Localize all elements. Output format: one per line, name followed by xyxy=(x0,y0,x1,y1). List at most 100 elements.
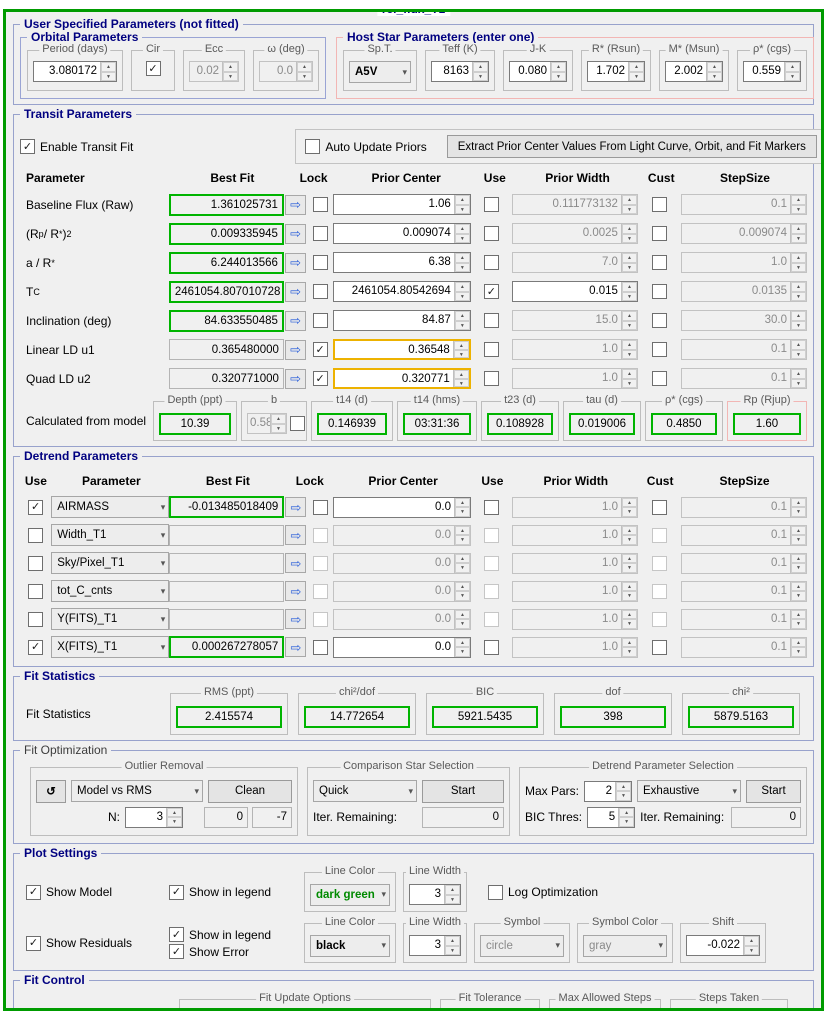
outlier-method-select[interactable]: Model vs RMS▾ xyxy=(71,780,203,802)
use-prior-checkbox[interactable] xyxy=(484,342,499,357)
spin-down-icon[interactable]: ▼ xyxy=(454,350,469,359)
spin-up-icon[interactable]: ▲ xyxy=(707,62,722,72)
spinner-buttons[interactable]: ▲▼ xyxy=(472,62,488,81)
show-error-checkbox-box[interactable]: ✓ xyxy=(169,944,184,959)
lock-checkbox[interactable] xyxy=(313,255,328,270)
detrend-selection-start-button[interactable]: Start xyxy=(746,780,801,803)
custom-stepsize-checkbox[interactable] xyxy=(652,284,667,299)
transfer-best-fit-to-prior-button[interactable]: ⇨ xyxy=(285,195,306,215)
detrend-selection-mode-select[interactable]: Exhaustive▾ xyxy=(637,780,741,802)
spinner-buttons[interactable]: ▲▼ xyxy=(743,936,759,955)
detrend-parameter-select[interactable]: Sky/Pixel_T1▾ xyxy=(51,552,169,574)
use-detrend-checkbox[interactable] xyxy=(28,584,43,599)
use-prior-checkbox[interactable] xyxy=(484,226,499,241)
residuals-show-in-legend-checkbox[interactable]: ✓ Show in legend xyxy=(169,927,297,942)
spin-up-icon[interactable]: ▲ xyxy=(455,253,470,263)
rstar-field[interactable]: 1.702▲▼ xyxy=(587,61,645,82)
use-prior-checkbox[interactable]: ✓ xyxy=(484,284,499,299)
prior-center-field[interactable]: 0.0▲▼ xyxy=(333,497,471,518)
spinner-buttons[interactable]: ▲▼ xyxy=(453,341,469,358)
lock-checkbox[interactable]: ✓ xyxy=(313,371,328,386)
show-model-checkbox[interactable]: ✓ Show Model xyxy=(20,885,162,900)
custom-stepsize-checkbox[interactable] xyxy=(652,313,667,328)
spinner-buttons[interactable]: ▲▼ xyxy=(621,282,637,301)
prior-width-field[interactable]: 0.015▲▼ xyxy=(512,281,638,302)
use-prior-checkbox[interactable] xyxy=(484,371,499,386)
spectral-type-select[interactable]: A5V▾ xyxy=(349,61,411,83)
comparison-start-button[interactable]: Start xyxy=(422,780,504,803)
lock-checkbox[interactable] xyxy=(313,313,328,328)
transfer-best-fit-to-prior-button[interactable]: ⇨ xyxy=(285,637,306,657)
spin-up-icon[interactable]: ▲ xyxy=(622,282,637,292)
transfer-best-fit-to-prior-button[interactable]: ⇨ xyxy=(285,369,306,389)
spin-down-icon[interactable]: ▼ xyxy=(707,72,722,82)
custom-stepsize-checkbox[interactable] xyxy=(652,371,667,386)
spin-up-icon[interactable]: ▲ xyxy=(445,936,460,946)
custom-stepsize-checkbox[interactable] xyxy=(652,342,667,357)
spin-down-icon[interactable]: ▼ xyxy=(455,321,470,331)
detrend-parameter-select[interactable]: Width_T1▾ xyxy=(51,524,169,546)
outlier-n-field[interactable]: 3▲▼ xyxy=(125,807,183,828)
transfer-best-fit-to-prior-button[interactable]: ⇨ xyxy=(285,253,306,273)
use-detrend-checkbox[interactable]: ✓ xyxy=(28,640,43,655)
prior-center-field[interactable]: 0.320771▲▼ xyxy=(333,368,471,389)
custom-stepsize-checkbox[interactable] xyxy=(652,197,667,212)
lock-checkbox[interactable] xyxy=(313,197,328,212)
spinner-buttons[interactable]: ▲▼ xyxy=(628,62,644,81)
prior-center-field[interactable]: 0.36548▲▼ xyxy=(333,339,471,360)
model-show-in-legend-checkbox[interactable]: ✓ Show in legend xyxy=(169,885,297,900)
custom-stepsize-checkbox[interactable] xyxy=(652,226,667,241)
use-prior-checkbox[interactable] xyxy=(484,500,499,515)
use-prior-checkbox[interactable] xyxy=(484,255,499,270)
detrend-parameter-select[interactable]: Y(FITS)_T1▾ xyxy=(51,608,169,630)
detrend-parameter-select[interactable]: AIRMASS▾ xyxy=(51,496,169,518)
show-model-checkbox-box[interactable]: ✓ xyxy=(26,885,41,900)
custom-stepsize-checkbox[interactable] xyxy=(652,640,667,655)
spin-up-icon[interactable]: ▲ xyxy=(744,936,759,946)
enable-transit-fit-checkbox-box[interactable]: ✓ xyxy=(20,139,35,154)
spinner-buttons[interactable]: ▲▼ xyxy=(618,808,634,827)
spin-up-icon[interactable]: ▲ xyxy=(455,282,470,292)
circular-orbit-checkbox[interactable]: ✓ xyxy=(146,61,161,76)
spinner-buttons[interactable]: ▲▼ xyxy=(706,62,722,81)
period-field[interactable]: 3.080172▲▼ xyxy=(33,61,117,82)
spin-up-icon[interactable]: ▲ xyxy=(445,885,460,895)
auto-update-priors-checkbox-box[interactable] xyxy=(305,139,320,154)
use-prior-checkbox[interactable] xyxy=(484,313,499,328)
lock-checkbox[interactable] xyxy=(313,226,328,241)
prior-center-field[interactable]: 2461054.80542694▲▼ xyxy=(333,281,471,302)
spinner-buttons[interactable]: ▲▼ xyxy=(454,224,470,243)
transfer-best-fit-to-prior-button[interactable]: ⇨ xyxy=(285,224,306,244)
spin-down-icon[interactable]: ▼ xyxy=(619,817,634,827)
spin-down-icon[interactable]: ▼ xyxy=(551,72,566,82)
show-error-checkbox[interactable]: ✓ Show Error xyxy=(169,944,297,959)
spin-up-icon[interactable]: ▲ xyxy=(619,808,634,818)
spin-down-icon[interactable]: ▼ xyxy=(455,507,470,517)
spin-up-icon[interactable]: ▲ xyxy=(629,62,644,72)
spin-up-icon[interactable]: ▲ xyxy=(785,62,800,72)
spin-up-icon[interactable]: ▲ xyxy=(473,62,488,72)
prior-center-field[interactable]: 0.009074▲▼ xyxy=(333,223,471,244)
spin-up-icon[interactable]: ▲ xyxy=(455,638,470,648)
model-line-color-select[interactable]: dark green▾ xyxy=(310,884,390,906)
spin-up-icon[interactable]: ▲ xyxy=(454,370,469,379)
transfer-best-fit-to-prior-button[interactable]: ⇨ xyxy=(285,340,306,360)
residuals-line-width-field[interactable]: 3▲▼ xyxy=(409,935,461,956)
spin-up-icon[interactable]: ▲ xyxy=(455,224,470,234)
spinner-buttons[interactable]: ▲▼ xyxy=(453,370,469,387)
spin-up-icon[interactable]: ▲ xyxy=(455,195,470,205)
rhostar-field[interactable]: 0.559▲▼ xyxy=(743,61,801,82)
spinner-buttons[interactable]: ▲▼ xyxy=(444,885,460,904)
spinner-buttons[interactable]: ▲▼ xyxy=(454,311,470,330)
spin-down-icon[interactable]: ▼ xyxy=(616,791,631,801)
spin-up-icon[interactable]: ▲ xyxy=(616,782,631,792)
model-show-in-legend-checkbox-box[interactable]: ✓ xyxy=(169,885,184,900)
spin-down-icon[interactable]: ▼ xyxy=(785,72,800,82)
update-fit-now-button[interactable]: Update Fit Now xyxy=(296,1010,425,1011)
spin-down-icon[interactable]: ▼ xyxy=(455,205,470,215)
spin-up-icon[interactable]: ▲ xyxy=(551,62,566,72)
spin-down-icon[interactable]: ▼ xyxy=(622,292,637,302)
spin-down-icon[interactable]: ▼ xyxy=(629,72,644,82)
prior-center-field[interactable]: 0.0▲▼ xyxy=(333,637,471,658)
prior-center-field[interactable]: 84.87▲▼ xyxy=(333,310,471,331)
